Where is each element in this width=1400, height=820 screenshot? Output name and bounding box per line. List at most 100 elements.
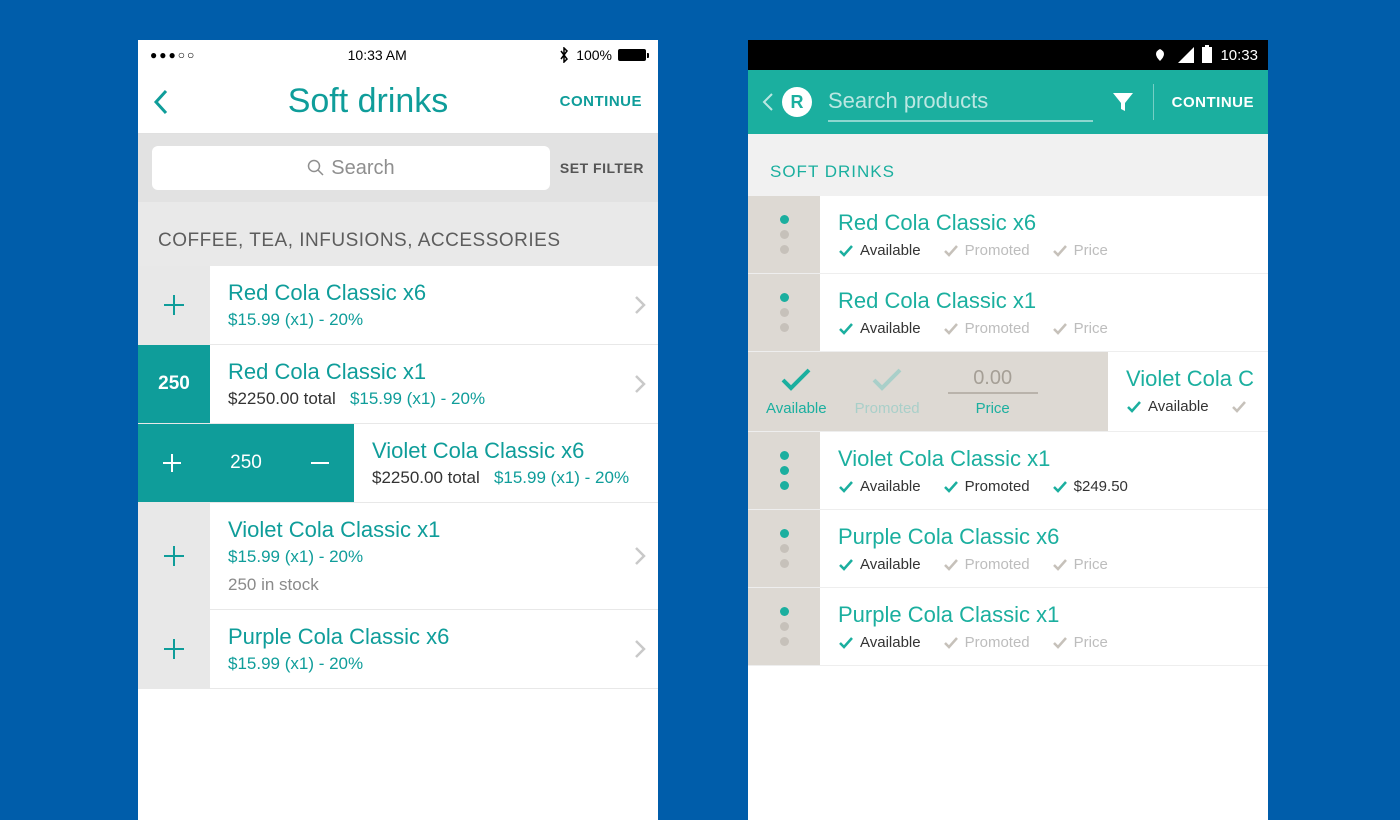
chevron-right-icon xyxy=(622,610,658,688)
product-row-expanded[interactable]: Available Promoted 0.00Price Violet Cola… xyxy=(748,352,1268,432)
ios-status-bar: ●●●○○ 10:33 AM 100% xyxy=(138,40,658,70)
filter-icon xyxy=(1111,91,1135,113)
ios-phone: ●●●○○ 10:33 AM 100% Soft drinks CONTINUE… xyxy=(138,40,658,820)
tag-price: Price xyxy=(1052,634,1108,651)
tag-price: Price xyxy=(1052,320,1108,337)
product-price: $15.99 (x1) - 20% xyxy=(494,468,629,487)
add-button[interactable] xyxy=(138,610,210,688)
product-price: $15.99 (x1) - 20% xyxy=(350,389,485,408)
section-header: SOFT DRINKS xyxy=(748,134,1268,196)
set-filter-button[interactable]: SET FILTER xyxy=(560,160,644,176)
search-icon xyxy=(307,159,325,177)
status-time: 10:33 AM xyxy=(348,47,407,63)
tag-available: Available xyxy=(838,242,921,259)
battery-percent: 100% xyxy=(576,47,612,63)
tag-price: $249.50 xyxy=(1052,478,1128,495)
filter-button[interactable] xyxy=(1101,91,1145,113)
product-name: Violet Cola Classic x1 xyxy=(838,446,1256,472)
search-input[interactable]: Search xyxy=(152,146,550,190)
price-input[interactable]: 0.00Price xyxy=(948,367,1038,417)
product-row[interactable]: 250 Red Cola Classic x1 $2250.00 total $… xyxy=(138,345,658,424)
plus-icon[interactable] xyxy=(161,452,183,474)
product-row-expanded[interactable]: 250 Violet Cola Classic x6 $2250.00 tota… xyxy=(138,424,658,503)
battery-icon xyxy=(618,49,646,61)
android-phone: 10:33 R Search products CONTINUE SOFT DR… xyxy=(748,40,1268,820)
product-name: Violet Cola Classic x6 xyxy=(372,438,658,464)
tag-extra xyxy=(1231,398,1247,415)
product-name: Violet Cola C xyxy=(1126,366,1268,392)
continue-button[interactable]: CONTINUE xyxy=(538,93,658,110)
product-price: $15.99 (x1) - 20% xyxy=(228,654,610,674)
quantity-badge[interactable]: 250 xyxy=(138,345,210,423)
toggle-available[interactable]: Available xyxy=(766,366,827,417)
wifi-icon xyxy=(1150,47,1170,63)
product-row[interactable]: Purple Cola Classic x1 Available Promote… xyxy=(748,588,1268,666)
product-row[interactable]: Purple Cola Classic x6 Available Promote… xyxy=(748,510,1268,588)
search-input[interactable]: Search products xyxy=(828,82,1093,122)
chevron-right-icon xyxy=(622,266,658,344)
stock-label: 250 in stock xyxy=(228,575,610,595)
nav-divider xyxy=(1153,84,1154,120)
status-dots xyxy=(748,432,820,509)
product-row[interactable]: Red Cola Classic x1 Available Promoted P… xyxy=(748,274,1268,352)
tag-available: Available xyxy=(838,478,921,495)
product-name: Red Cola Classic x1 xyxy=(228,359,610,385)
product-name: Red Cola Classic x1 xyxy=(838,288,1256,314)
battery-icon xyxy=(1202,47,1212,63)
tag-available: Available xyxy=(838,320,921,337)
minus-icon[interactable] xyxy=(309,452,331,474)
status-dots xyxy=(748,274,820,351)
bluetooth-icon xyxy=(558,47,570,63)
product-name: Violet Cola Classic x1 xyxy=(228,517,610,543)
app-logo: R xyxy=(782,87,812,117)
chevron-right-icon xyxy=(622,345,658,423)
chevron-right-icon xyxy=(622,503,658,609)
product-total: $2250.00 total xyxy=(228,389,336,408)
back-button[interactable] xyxy=(138,87,198,117)
continue-button[interactable]: CONTINUE xyxy=(1162,94,1254,111)
product-row[interactable]: Red Cola Classic x6 Available Promoted P… xyxy=(748,196,1268,274)
product-row[interactable]: Violet Cola Classic x1 $15.99 (x1) - 20%… xyxy=(138,503,658,610)
plus-icon xyxy=(161,543,187,569)
signal-icon xyxy=(1178,47,1194,63)
tag-promoted: Promoted xyxy=(943,634,1030,651)
android-status-bar: 10:33 xyxy=(748,40,1268,70)
tag-available: Available xyxy=(1126,398,1209,415)
plus-icon xyxy=(161,636,187,662)
tag-price: Price xyxy=(1052,556,1108,573)
product-total: $2250.00 total xyxy=(372,468,480,487)
back-button[interactable] xyxy=(762,92,774,112)
section-header: COFFEE, TEA, INFUSIONS, ACCESSORIES xyxy=(138,202,658,266)
product-name: Purple Cola Classic x6 xyxy=(228,624,610,650)
add-button[interactable] xyxy=(138,266,210,344)
search-filter-row: Search SET FILTER xyxy=(138,134,658,202)
quantity-stepper[interactable]: 250 xyxy=(138,424,354,502)
search-placeholder: Search products xyxy=(828,88,988,114)
product-row[interactable]: Red Cola Classic x6 $15.99 (x1) - 20% xyxy=(138,266,658,345)
product-list: Red Cola Classic x6 Available Promoted P… xyxy=(748,196,1268,666)
tag-promoted: Promoted xyxy=(943,556,1030,573)
status-dots xyxy=(748,196,820,273)
android-nav-bar: R Search products CONTINUE xyxy=(748,70,1268,134)
tag-promoted: Promoted xyxy=(943,478,1030,495)
product-name: Red Cola Classic x6 xyxy=(838,210,1256,236)
ios-nav-bar: Soft drinks CONTINUE xyxy=(138,70,658,134)
product-name: Purple Cola Classic x6 xyxy=(838,524,1256,550)
signal-dots-icon: ●●●○○ xyxy=(150,48,196,62)
product-row[interactable]: Purple Cola Classic x6 $15.99 (x1) - 20% xyxy=(138,610,658,689)
product-row[interactable]: Violet Cola Classic x1 Available Promote… xyxy=(748,432,1268,510)
status-dots xyxy=(748,588,820,665)
tag-promoted: Promoted xyxy=(943,320,1030,337)
product-name: Purple Cola Classic x1 xyxy=(838,602,1256,628)
status-time: 10:33 xyxy=(1220,47,1258,64)
product-name: Red Cola Classic x6 xyxy=(228,280,610,306)
page-title: Soft drinks xyxy=(198,82,538,121)
add-button[interactable] xyxy=(138,503,210,609)
tag-promoted: Promoted xyxy=(943,242,1030,259)
toggle-promoted[interactable]: Promoted xyxy=(855,366,920,417)
search-placeholder: Search xyxy=(331,157,394,180)
plus-icon xyxy=(161,292,187,318)
status-dots xyxy=(748,510,820,587)
tag-available: Available xyxy=(838,634,921,651)
product-price: $15.99 (x1) - 20% xyxy=(228,547,610,567)
